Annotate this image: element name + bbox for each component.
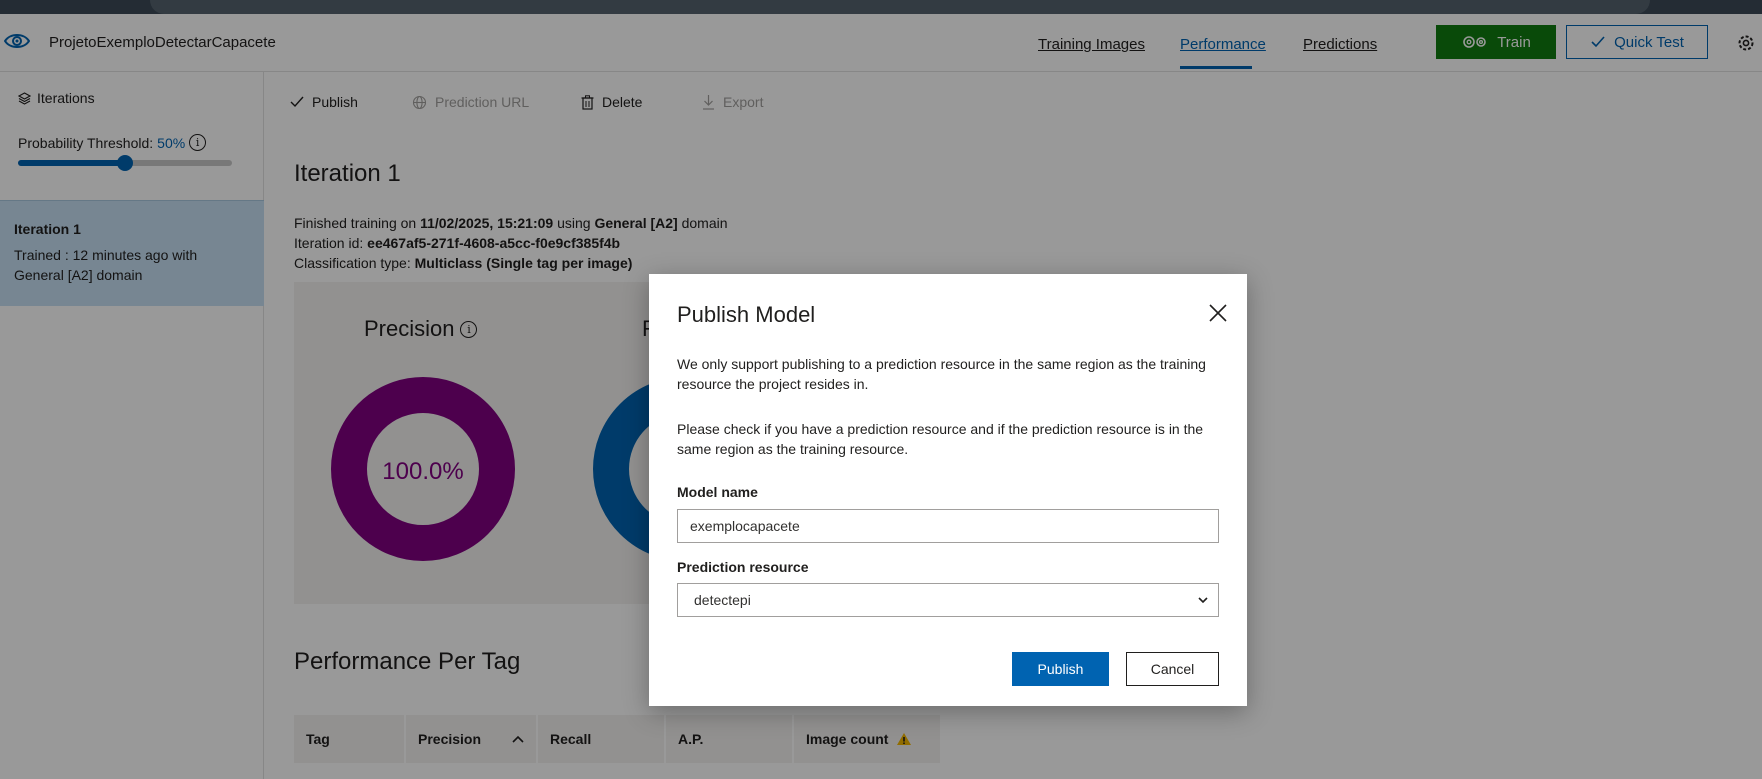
close-icon[interactable] xyxy=(1207,302,1229,324)
dialog-description-check: Please check if you have a prediction re… xyxy=(677,421,1204,457)
dialog-title: Publish Model xyxy=(677,302,816,327)
model-name-input[interactable] xyxy=(677,509,1219,543)
dialog-description-region: We only support publishing to a predicti… xyxy=(677,356,1206,392)
prediction-resource-label: Prediction resource xyxy=(677,559,809,575)
prediction-resource-select[interactable]: detectepi xyxy=(677,583,1219,617)
publish-model-dialog: Publish Model We only support publishing… xyxy=(649,274,1247,706)
chevron-down-icon xyxy=(1198,597,1208,604)
model-name-label: Model name xyxy=(677,484,758,500)
prediction-resource-value: detectepi xyxy=(694,592,751,608)
cancel-button[interactable]: Cancel xyxy=(1126,652,1219,686)
publish-button[interactable]: Publish xyxy=(1012,652,1109,686)
